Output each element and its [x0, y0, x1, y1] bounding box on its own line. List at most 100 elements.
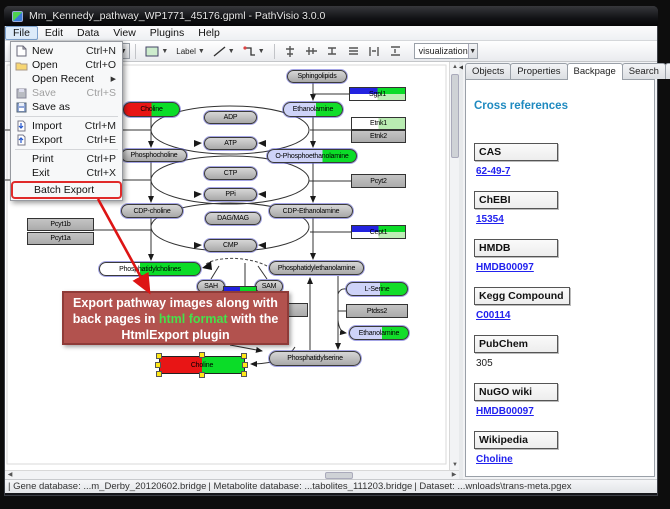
stack-vertical-button[interactable]	[344, 43, 363, 60]
visualization-combobox[interactable]: visualization ▼	[414, 43, 478, 59]
crossref-link[interactable]: C00114	[476, 310, 646, 321]
file-menu-item-exit[interactable]: ExitCtrl+X	[11, 166, 122, 180]
file-menu-item-export[interactable]: ExportCtrl+E	[11, 133, 122, 147]
pathway-node-pcyt2[interactable]: Pcyt2	[351, 174, 406, 188]
menu-item-label: New	[32, 45, 53, 57]
selection-handle[interactable]	[241, 353, 247, 359]
gene-product-icon	[145, 46, 159, 57]
gene-product-tool-button[interactable]: ▼	[142, 43, 171, 60]
pathway-node-ethanolamine[interactable]: Ethanolamine	[349, 326, 409, 340]
tab-properties[interactable]: Properties	[510, 63, 567, 79]
pathway-node-pcyt1b[interactable]: Pcyt1b	[27, 218, 94, 231]
pathway-node-choline[interactable]: Choline	[123, 102, 180, 117]
selection-handle[interactable]	[242, 362, 248, 368]
file-menu-item-print[interactable]: PrintCtrl+P	[11, 152, 122, 166]
chevron-down-icon: ▼	[258, 48, 265, 55]
pathway-node-phosphatidylserine[interactable]: Phosphatidylserine	[269, 351, 361, 366]
pathway-node-phosphatidylcholines[interactable]: Phosphatidylcholines	[99, 262, 201, 276]
pathway-node-phosphatidylethanolamine[interactable]: Phosphatidylethanolamine	[269, 261, 364, 275]
align-middle-button[interactable]	[302, 43, 321, 60]
menubar-item-data[interactable]: Data	[70, 26, 106, 40]
vertical-scrollbar[interactable]: ▲ ▼	[449, 62, 459, 470]
horizontal-scroll-thumb[interactable]	[325, 472, 353, 479]
node-label: PPi	[205, 189, 256, 200]
node-label: Phosphatidylserine	[270, 352, 360, 365]
line-tool-icon	[213, 46, 226, 57]
selection-handle[interactable]	[199, 352, 205, 358]
align-center-button[interactable]	[281, 43, 300, 60]
tab-objects[interactable]: Objects	[465, 63, 511, 79]
pathway-node-adp[interactable]: ADP	[204, 111, 257, 124]
pathway-node-sgpl1[interactable]: Sgpl1	[349, 87, 406, 101]
node-label: Ptdss2	[347, 305, 407, 317]
distribute-horizontal-icon	[368, 45, 381, 58]
pathway-node-pcyt1a[interactable]: Pcyt1a	[27, 232, 94, 245]
label-tool-text: Label	[176, 47, 196, 56]
annotation-highlight: html format	[159, 312, 228, 326]
stack-vertical-icon	[347, 45, 360, 58]
pathway-node-l-serine[interactable]: L-Serine	[346, 282, 408, 296]
save-icon	[14, 87, 28, 99]
distribute-vertical-button[interactable]	[386, 43, 405, 60]
pathway-node-ctp[interactable]: CTP	[204, 167, 257, 180]
tab-legend[interactable]: Legend	[665, 63, 670, 79]
crossref-link[interactable]: Choline	[476, 454, 646, 465]
node-label: ATP	[205, 138, 256, 149]
common-size-button[interactable]	[323, 43, 342, 60]
crossref-link[interactable]: 62-49-7	[476, 166, 646, 177]
crossref-link[interactable]: HMDB00097	[476, 262, 646, 273]
pathway-node-dag-mag[interactable]: DAG/MAG	[205, 212, 261, 225]
node-label: CDP-choline	[122, 205, 182, 217]
label-tool-button[interactable]: Label ▼	[173, 43, 208, 60]
pathway-node-phosphocholine[interactable]: Phosphocholine	[121, 149, 187, 162]
selection-handle[interactable]	[156, 353, 162, 359]
selection-handle[interactable]	[199, 372, 205, 378]
pathway-node-cdp-ethanolamine[interactable]: CDP-Ethanolamine	[269, 204, 353, 218]
file-menu-item-save[interactable]: SaveCtrl+S	[11, 86, 122, 100]
title-bar[interactable]: Mm_Kennedy_pathway_WP1771_45176.gpml - P…	[4, 6, 658, 26]
file-menu-item-batch-export[interactable]: Batch Export	[13, 183, 120, 197]
crossref-link[interactable]: 15354	[476, 214, 646, 225]
crossref-source-header: NuGO wiki	[474, 383, 558, 401]
pathway-node-atp[interactable]: ATP	[204, 137, 257, 150]
crossref-link[interactable]: HMDB00097	[476, 406, 646, 417]
node-label: CTP	[205, 168, 256, 179]
pathway-node-cmp[interactable]: CMP	[204, 239, 257, 252]
selection-handle[interactable]	[155, 362, 161, 368]
menubar-item-file[interactable]: File	[5, 26, 38, 40]
selection-handle[interactable]	[156, 371, 162, 377]
distribute-horizontal-button[interactable]	[365, 43, 384, 60]
pathway-node-ptdss2[interactable]: Ptdss2	[346, 304, 408, 318]
file-menu-item-open-recent[interactable]: Open Recent▶	[11, 72, 122, 86]
pathway-node-etnk2[interactable]: Etnk2	[351, 130, 406, 143]
cross-references-heading: Cross references	[474, 100, 646, 112]
pathway-node-etnk1[interactable]: Etnk1	[351, 117, 406, 130]
horizontal-scrollbar[interactable]: ◀ ▶	[5, 470, 459, 479]
menubar-item-view[interactable]: View	[106, 26, 143, 40]
visualization-dropdown-icon[interactable]: ▼	[468, 44, 477, 58]
pathway-node-o-phosphoethanolamine[interactable]: O-Phosphoethanolamine	[267, 149, 357, 163]
annotation-callout: Export pathway images along with back pa…	[62, 291, 289, 345]
menu-bar: FileEditDataViewPluginsHelp	[5, 26, 657, 41]
pathway-node-cdp-choline[interactable]: CDP-choline	[121, 204, 183, 218]
menubar-item-edit[interactable]: Edit	[38, 26, 70, 40]
pathway-node-ethanolamine[interactable]: Ethanolamine	[283, 102, 343, 117]
pathway-node-ppi[interactable]: PPi	[204, 188, 257, 201]
menubar-item-plugins[interactable]: Plugins	[143, 26, 191, 40]
pathway-node-cept1[interactable]: Cept1	[351, 225, 406, 239]
menu-item-label: Save	[32, 87, 56, 99]
file-menu-item-import[interactable]: ImportCtrl+M	[11, 119, 122, 133]
file-menu-item-open[interactable]: OpenCtrl+O	[11, 58, 122, 72]
pathway-node-sphingolipids[interactable]: Sphingolipids	[287, 70, 347, 83]
new-document-icon	[14, 45, 28, 57]
tab-backpage[interactable]: Backpage	[567, 63, 623, 80]
tab-search[interactable]: Search	[622, 63, 666, 79]
vertical-scroll-thumb[interactable]	[451, 74, 459, 158]
connector-tool-button[interactable]: ▼	[240, 43, 268, 60]
file-menu-item-new[interactable]: NewCtrl+N	[11, 44, 122, 58]
selection-handle[interactable]	[241, 371, 247, 377]
menubar-item-help[interactable]: Help	[191, 26, 227, 40]
file-menu-item-save-as[interactable]: Save as	[11, 100, 122, 114]
toolbar-separator	[135, 44, 136, 59]
line-tool-button[interactable]: ▼	[210, 43, 238, 60]
